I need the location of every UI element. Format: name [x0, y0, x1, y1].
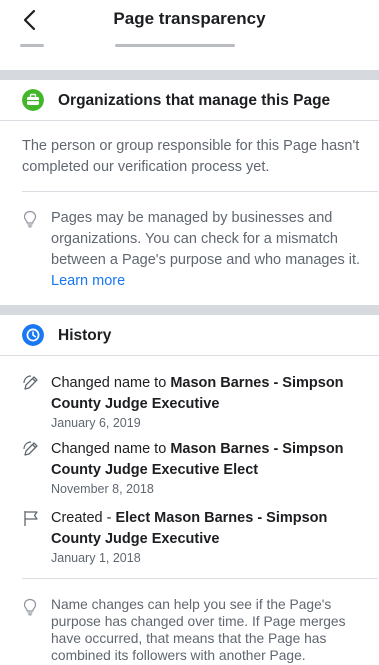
separator: [22, 578, 378, 579]
organizations-section-header: Organizations that manage this Page: [0, 80, 379, 122]
flag-icon: [24, 511, 38, 526]
separator: [0, 355, 379, 356]
clock-icon: [22, 324, 44, 346]
organizations-title: Organizations that manage this Page: [58, 92, 331, 109]
history-title: History: [58, 327, 112, 344]
history-item-date: November 8, 2018: [51, 482, 154, 496]
lightbulb-icon: [23, 210, 37, 228]
learn-more-link[interactable]: Learn more: [51, 273, 125, 289]
verification-description: The person or group responsible for this…: [22, 138, 360, 175]
history-item-date: January 6, 2019: [51, 416, 141, 430]
section-divider: [0, 70, 379, 80]
history-section-header: History: [0, 315, 379, 357]
history-item-date: January 1, 2018: [51, 551, 141, 565]
history-item-prefix: Changed name to: [51, 441, 171, 457]
history-item-prefix: Changed name to: [51, 375, 171, 391]
section-divider: [0, 305, 379, 315]
lightbulb-icon: [23, 598, 37, 616]
separator: [0, 120, 379, 121]
truncated-previous-text: [20, 42, 240, 48]
briefcase-icon: [22, 89, 44, 111]
top-bar: Page transparency: [0, 0, 379, 42]
separator: [22, 191, 378, 192]
organizations-tip-text: Pages may be managed by businesses and o…: [51, 210, 361, 268]
pencil-icon: [23, 441, 38, 456]
page-title: Page transparency: [113, 9, 266, 28]
history-tip-text: Name changes can help you see if the Pag…: [51, 597, 346, 663]
pencil-icon: [23, 375, 38, 390]
history-item-prefix: Created -: [51, 510, 116, 526]
